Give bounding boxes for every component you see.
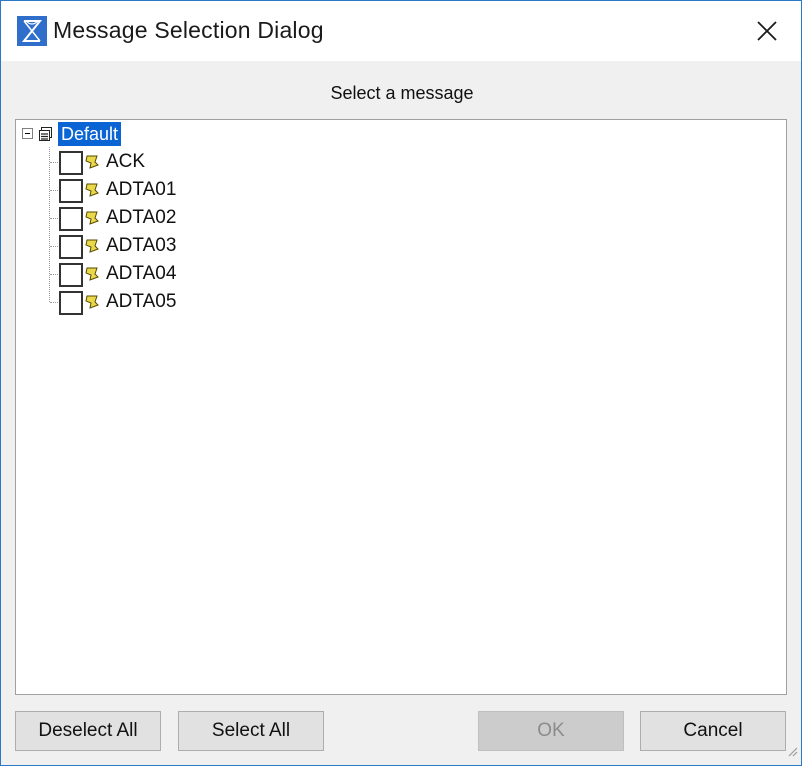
message-icon [84,295,100,314]
tree-item-label: ADTA04 [106,263,177,284]
deselect-all-button[interactable]: Deselect All [15,711,161,751]
tree-connector [50,190,58,191]
tree-item-label: ACK [106,151,146,172]
tree-item[interactable]: ADTA02 [16,204,416,232]
message-checkbox[interactable] [59,263,83,287]
resize-grip-icon[interactable] [786,744,798,762]
tree-item[interactable]: ADTA05 [16,288,416,316]
close-icon [757,21,777,41]
tree-root-label[interactable]: Default [58,122,122,146]
tree-connector [50,274,58,275]
close-button[interactable] [745,11,789,51]
package-icon [38,126,54,147]
message-checkbox[interactable] [59,179,83,203]
message-checkbox[interactable] [59,207,83,231]
tree-item-label: ADTA01 [106,179,177,200]
ok-button[interactable]: OK [478,711,624,751]
message-tree[interactable]: Default ACK ADTA01 ADTA02 ADTA03 ADTA04 … [15,119,787,695]
cancel-button[interactable]: Cancel [640,711,786,751]
dialog-prompt: Select a message [330,83,474,103]
tree-item-label: ADTA05 [106,291,177,312]
dialog-window: Message Selection Dialog Select a messag… [0,0,802,766]
message-icon [84,267,100,286]
collapse-toggle[interactable] [22,128,33,139]
tree-root-default[interactable]: Default [16,120,316,148]
message-checkbox[interactable] [59,291,83,315]
message-checkbox[interactable] [59,235,83,259]
tree-connector [50,218,58,219]
message-icon [84,155,100,174]
tree-item[interactable]: ADTA03 [16,232,416,260]
tree-item-label: ADTA02 [106,207,177,228]
title-bar[interactable]: Message Selection Dialog [1,1,801,61]
tree-connector [50,162,58,163]
tree-item[interactable]: ACK [16,148,416,176]
app-logo-icon [17,16,47,46]
message-icon [84,239,100,258]
message-icon [84,211,100,230]
tree-connector [50,302,58,303]
window-title: Message Selection Dialog [53,17,324,43]
message-checkbox[interactable] [59,151,83,175]
select-all-button[interactable]: Select All [178,711,324,751]
tree-item-label: ADTA03 [106,235,177,256]
dialog-content: Select a message Default ACK ADTA01 ADTA… [1,61,801,765]
tree-connector [50,246,58,247]
tree-item[interactable]: ADTA04 [16,260,416,288]
message-icon [84,183,100,202]
tree-item[interactable]: ADTA01 [16,176,416,204]
